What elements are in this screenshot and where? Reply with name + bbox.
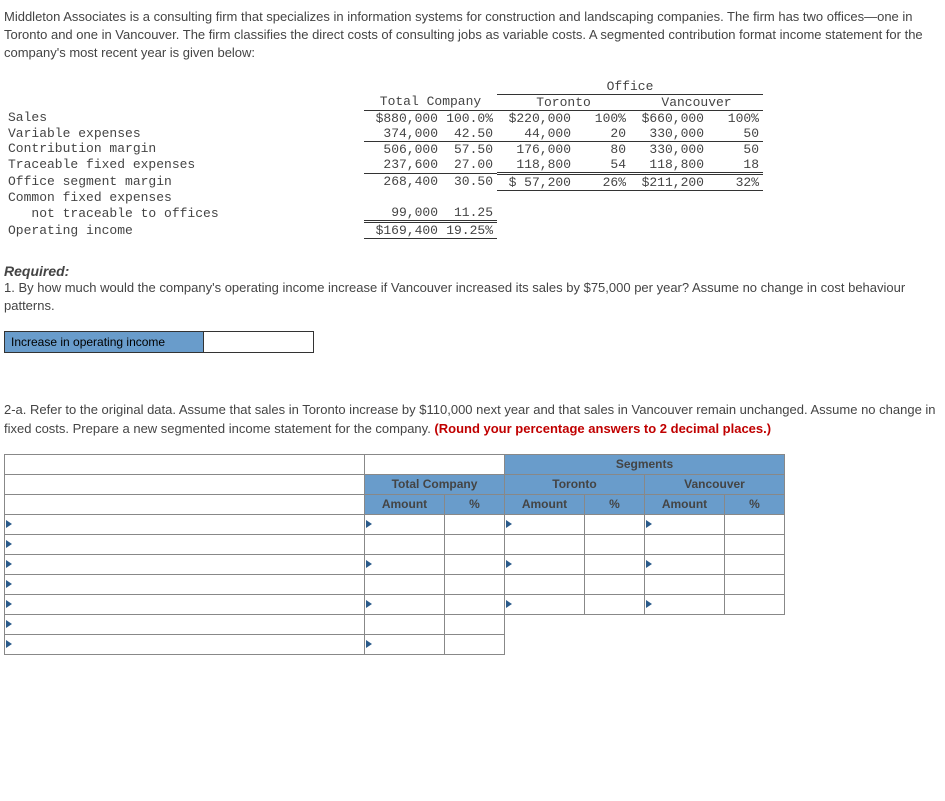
wrow-1-tc-amt[interactable] — [365, 515, 444, 534]
wrow-5-va-pct[interactable] — [725, 595, 784, 614]
wh-amount-3: Amount — [645, 494, 725, 514]
wrow-2-tc-amt[interactable] — [365, 535, 444, 554]
wrow-4-va-amt[interactable] — [645, 575, 724, 594]
row-op-income: Operating income $169,40019.25% — [4, 222, 763, 239]
wrow-3-tc-pct[interactable] — [445, 555, 504, 574]
expand-icon[interactable] — [6, 540, 12, 548]
wrow-7-label[interactable] — [5, 635, 364, 654]
expand-icon[interactable] — [6, 600, 12, 608]
wrow-3-to-amt[interactable] — [505, 555, 584, 574]
wrow-5-to-pct[interactable] — [585, 595, 644, 614]
wrow-5-label[interactable] — [5, 595, 364, 614]
q2a-red-note: (Round your percentage answers to 2 deci… — [434, 421, 771, 436]
wrow-1-to-pct[interactable] — [585, 515, 644, 534]
wrow-1-label[interactable] — [5, 515, 364, 534]
wrow-1-to-amt[interactable] — [505, 515, 584, 534]
row-var-exp: Variable expenses 374,00042.50 44,00020 … — [4, 126, 763, 142]
expand-icon[interactable] — [6, 620, 12, 628]
expand-icon[interactable] — [646, 520, 652, 528]
wrow-1-tc-pct[interactable] — [445, 515, 504, 534]
wrow-3-va-amt[interactable] — [645, 555, 724, 574]
row-trace-fixed: Traceable fixed expenses 237,60027.00 11… — [4, 157, 763, 174]
wrow-3-label[interactable] — [5, 555, 364, 574]
wrow-4-tc-pct[interactable] — [445, 575, 504, 594]
question-2a: 2-a. Refer to the original data. Assume … — [4, 401, 941, 437]
wrow-2-tc-pct[interactable] — [445, 535, 504, 554]
wrow-4 — [5, 574, 785, 594]
wrow-5-tc-amt[interactable] — [365, 595, 444, 614]
wh-pct-3: % — [725, 494, 785, 514]
income-statement-table: Office Total Company Toronto Vancouver S… — [4, 79, 763, 240]
office-header: Office — [497, 79, 763, 95]
q1-answer-label: Increase in operating income — [4, 331, 204, 353]
wrow-7-tc-pct[interactable] — [445, 635, 504, 654]
expand-icon[interactable] — [366, 520, 372, 528]
expand-icon[interactable] — [6, 640, 12, 648]
col-total: Total Company — [364, 94, 497, 110]
expand-icon[interactable] — [366, 600, 372, 608]
wrow-3-va-pct[interactable] — [725, 555, 784, 574]
wrow-3-tc-amt[interactable] — [365, 555, 444, 574]
wrow-1-va-amt[interactable] — [645, 515, 724, 534]
wh-toronto: Toronto — [505, 474, 645, 494]
wh-vancouver: Vancouver — [645, 474, 785, 494]
required-heading: Required: — [4, 263, 941, 279]
wrow-4-label[interactable] — [5, 575, 364, 594]
wrow-2-to-pct[interactable] — [585, 535, 644, 554]
wrow-2-va-amt[interactable] — [645, 535, 724, 554]
wrow-2 — [5, 534, 785, 554]
row-sales: Sales $880,000100.0% $220,000100% $660,0… — [4, 110, 763, 126]
wrow-1-va-pct[interactable] — [725, 515, 784, 534]
expand-icon[interactable] — [6, 520, 12, 528]
wrow-5-to-amt[interactable] — [505, 595, 584, 614]
wrow-5 — [5, 594, 785, 614]
q1-answer-input[interactable] — [204, 331, 314, 353]
intro-text: Middleton Associates is a consulting fir… — [4, 8, 941, 63]
wrow-4-to-amt[interactable] — [505, 575, 584, 594]
wrow-7-tc-amt[interactable] — [365, 635, 444, 654]
wrow-1 — [5, 514, 785, 534]
wh-pct-2: % — [585, 494, 645, 514]
wrow-3 — [5, 554, 785, 574]
expand-icon[interactable] — [506, 560, 512, 568]
wrow-4-tc-amt[interactable] — [365, 575, 444, 594]
wrow-3-to-pct[interactable] — [585, 555, 644, 574]
expand-icon[interactable] — [6, 560, 12, 568]
row-common-fixed-1: Common fixed expenses — [4, 190, 763, 205]
wrow-5-tc-pct[interactable] — [445, 595, 504, 614]
wrow-5-va-amt[interactable] — [645, 595, 724, 614]
wh-pct-1: % — [445, 494, 505, 514]
expand-icon[interactable] — [646, 560, 652, 568]
wrow-6-tc-pct[interactable] — [445, 615, 504, 634]
wh-total-company: Total Company — [365, 474, 505, 494]
wrow-4-va-pct[interactable] — [725, 575, 784, 594]
row-common-fixed-2: not traceable to offices 99,00011.25 — [4, 205, 763, 222]
wrow-6-label[interactable] — [5, 615, 364, 634]
expand-icon[interactable] — [646, 600, 652, 608]
wrow-2-label[interactable] — [5, 535, 364, 554]
wrow-6 — [5, 614, 785, 634]
wrow-7 — [5, 634, 785, 654]
question-1: 1. By how much would the company's opera… — [4, 279, 941, 315]
wh-amount-2: Amount — [505, 494, 585, 514]
wrow-6-tc-amt[interactable] — [365, 615, 444, 634]
wrow-2-va-pct[interactable] — [725, 535, 784, 554]
expand-icon[interactable] — [366, 640, 372, 648]
expand-icon[interactable] — [366, 560, 372, 568]
wh-amount-1: Amount — [365, 494, 445, 514]
row-office-margin: Office segment margin 268,40030.50 $ 57,… — [4, 173, 763, 190]
row-contrib-margin: Contribution margin 506,00057.50 176,000… — [4, 141, 763, 157]
col-vancouver: Vancouver — [630, 94, 763, 110]
wh-segments: Segments — [505, 454, 785, 474]
expand-icon[interactable] — [506, 520, 512, 528]
col-toronto: Toronto — [497, 94, 630, 110]
wrow-2-to-amt[interactable] — [505, 535, 584, 554]
expand-icon[interactable] — [6, 580, 12, 588]
wrow-4-to-pct[interactable] — [585, 575, 644, 594]
worksheet-table: Segments Total Company Toronto Vancouver… — [4, 454, 785, 655]
expand-icon[interactable] — [506, 600, 512, 608]
